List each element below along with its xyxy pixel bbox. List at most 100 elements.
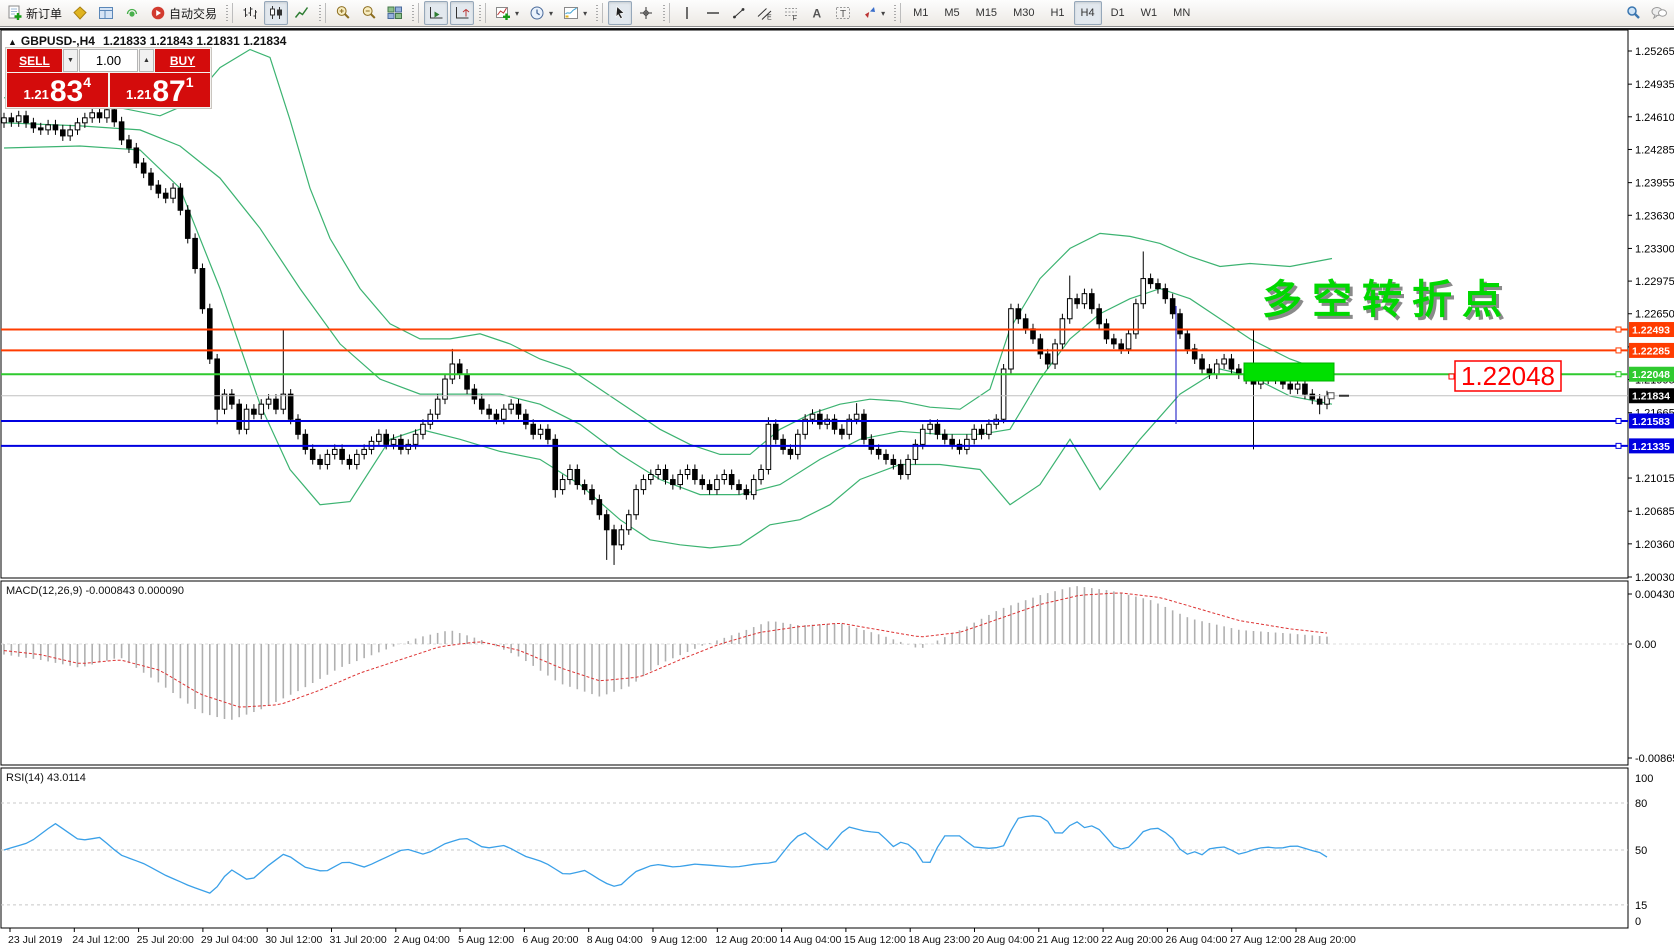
candle-body bbox=[1060, 319, 1065, 344]
zoom-out-button[interactable] bbox=[357, 1, 381, 25]
candle-body bbox=[31, 123, 36, 128]
autotrading-button[interactable]: 自动交易 bbox=[146, 1, 221, 25]
vertical-line-button[interactable] bbox=[675, 1, 699, 25]
volume-input[interactable] bbox=[79, 49, 138, 72]
time-axis-label: 26 Aug 04:00 bbox=[1165, 934, 1227, 946]
pivot-line-handle[interactable] bbox=[1616, 372, 1621, 377]
tf-m15-button[interactable]: M15 bbox=[969, 1, 1004, 25]
volume-up-button[interactable]: ▲ bbox=[139, 49, 154, 72]
time-axis-label: 9 Aug 12:00 bbox=[651, 934, 707, 946]
candle-body bbox=[68, 130, 73, 136]
candle-body bbox=[568, 469, 573, 479]
line-chart-button[interactable] bbox=[290, 1, 314, 25]
volume-down-button[interactable]: ▼ bbox=[63, 49, 78, 72]
tf-mn-button[interactable]: MN bbox=[1166, 1, 1197, 25]
mt4-window: 新订单自动交易▾▾▾EFAT▾M1M5M15M30H1H4D1W1MN ▲GBP… bbox=[0, 0, 1674, 950]
search-button[interactable] bbox=[1621, 1, 1645, 25]
charts-button[interactable] bbox=[94, 1, 118, 25]
trendline-button[interactable] bbox=[727, 1, 751, 25]
candle-body bbox=[906, 459, 911, 474]
support-line-1-handle[interactable] bbox=[1616, 418, 1621, 423]
price-axis-tick-label: 1.22975 bbox=[1635, 276, 1674, 288]
candle-body bbox=[281, 394, 286, 409]
chat-button[interactable] bbox=[1647, 1, 1671, 25]
candle-body bbox=[685, 469, 690, 474]
horizontal-line-button[interactable] bbox=[701, 1, 725, 25]
profiles-button[interactable] bbox=[68, 1, 92, 25]
toolbar-separator bbox=[418, 3, 419, 23]
candle-body bbox=[421, 424, 426, 434]
tf-h4-button[interactable]: H4 bbox=[1074, 1, 1102, 25]
sell-price-tile[interactable]: 1.21 83 4 bbox=[7, 73, 108, 107]
text-label-button[interactable]: T bbox=[831, 1, 855, 25]
candle-body bbox=[810, 414, 815, 419]
price-axis-tick-label: 1.24935 bbox=[1635, 79, 1674, 91]
templates-icon bbox=[563, 5, 579, 21]
price-box-label: 1.22048 bbox=[1461, 361, 1555, 391]
chart-shift-button[interactable] bbox=[450, 1, 474, 25]
chart-canvas[interactable]: 多空转折点多空转折点1.22048MACD(12,26,9) -0.000843… bbox=[0, 28, 1674, 950]
candle-body bbox=[818, 414, 823, 424]
tf-m5-button[interactable]: M5 bbox=[937, 1, 966, 25]
tf-w1-button[interactable]: W1 bbox=[1134, 1, 1165, 25]
periods-button[interactable]: ▾ bbox=[525, 1, 557, 25]
symbol-name: GBPUSD-,H4 bbox=[21, 34, 95, 48]
candle-body bbox=[384, 434, 389, 444]
tf-m1-button[interactable]: M1 bbox=[906, 1, 935, 25]
candle-body bbox=[1119, 344, 1124, 349]
zoom-in-button[interactable] bbox=[331, 1, 355, 25]
candle-body bbox=[1112, 339, 1117, 344]
candle-body bbox=[656, 469, 661, 474]
new-order-button[interactable]: 新订单 bbox=[3, 1, 66, 25]
macd-axis-label: 0.004301 bbox=[1635, 589, 1674, 601]
bar-chart-button[interactable] bbox=[238, 1, 262, 25]
candle-body bbox=[428, 414, 433, 424]
candle-body bbox=[163, 193, 168, 198]
fibonacci-button[interactable]: F bbox=[779, 1, 803, 25]
candle-body bbox=[16, 116, 21, 122]
candle-body bbox=[38, 128, 43, 130]
tf-h1-button[interactable]: H1 bbox=[1043, 1, 1071, 25]
text-button[interactable]: A bbox=[805, 1, 829, 25]
crosshair-button[interactable] bbox=[634, 1, 658, 25]
shapes-icon bbox=[861, 5, 877, 21]
trade-controls-row: SELL ▼ ▲ BUY bbox=[7, 49, 210, 72]
price-axis-tick-label: 1.24610 bbox=[1635, 112, 1674, 124]
tf-d1-button[interactable]: D1 bbox=[1104, 1, 1132, 25]
resistance-line-1-handle[interactable] bbox=[1616, 327, 1621, 332]
time-axis-label: 30 Jul 12:00 bbox=[265, 934, 322, 946]
candle-body bbox=[898, 464, 903, 474]
signals-button[interactable] bbox=[120, 1, 144, 25]
collapse-triangle-icon[interactable]: ▲ bbox=[8, 37, 17, 47]
price-box-handle[interactable] bbox=[1449, 374, 1454, 379]
macd-label: MACD(12,26,9) -0.000843 0.000090 bbox=[6, 585, 184, 597]
indicators-button[interactable]: ▾ bbox=[491, 1, 523, 25]
time-axis-label: 28 Aug 20:00 bbox=[1294, 934, 1356, 946]
candle-body bbox=[891, 459, 896, 464]
buy-price-tile[interactable]: 1.21 87 1 bbox=[110, 73, 211, 107]
candlestick-chart-button[interactable] bbox=[264, 1, 288, 25]
support-line-2-handle[interactable] bbox=[1616, 443, 1621, 448]
candle-body bbox=[252, 409, 257, 414]
candle-body bbox=[1067, 299, 1072, 319]
shapes-button[interactable]: ▾ bbox=[857, 1, 889, 25]
time-axis-label: 23 Jul 2019 bbox=[8, 934, 62, 946]
candle-body bbox=[884, 454, 889, 459]
templates-button[interactable]: ▾ bbox=[559, 1, 591, 25]
highlight-rectangle[interactable] bbox=[1244, 363, 1334, 381]
candle-body bbox=[1097, 309, 1102, 324]
hline-icon bbox=[705, 5, 721, 21]
sell-button[interactable]: SELL bbox=[7, 49, 62, 72]
candle-body bbox=[773, 424, 778, 439]
cursor-button[interactable] bbox=[608, 1, 632, 25]
buy-button[interactable]: BUY bbox=[155, 49, 210, 72]
candle-body bbox=[156, 185, 161, 193]
time-axis-label: 15 Aug 12:00 bbox=[844, 934, 906, 946]
tf-m30-button[interactable]: M30 bbox=[1006, 1, 1041, 25]
auto-scroll-button[interactable] bbox=[424, 1, 448, 25]
candle-body bbox=[531, 424, 536, 434]
candle-body bbox=[259, 404, 264, 414]
channel-button[interactable]: E bbox=[753, 1, 777, 25]
resistance-line-2-handle[interactable] bbox=[1616, 348, 1621, 353]
tile-windows-button[interactable] bbox=[383, 1, 407, 25]
